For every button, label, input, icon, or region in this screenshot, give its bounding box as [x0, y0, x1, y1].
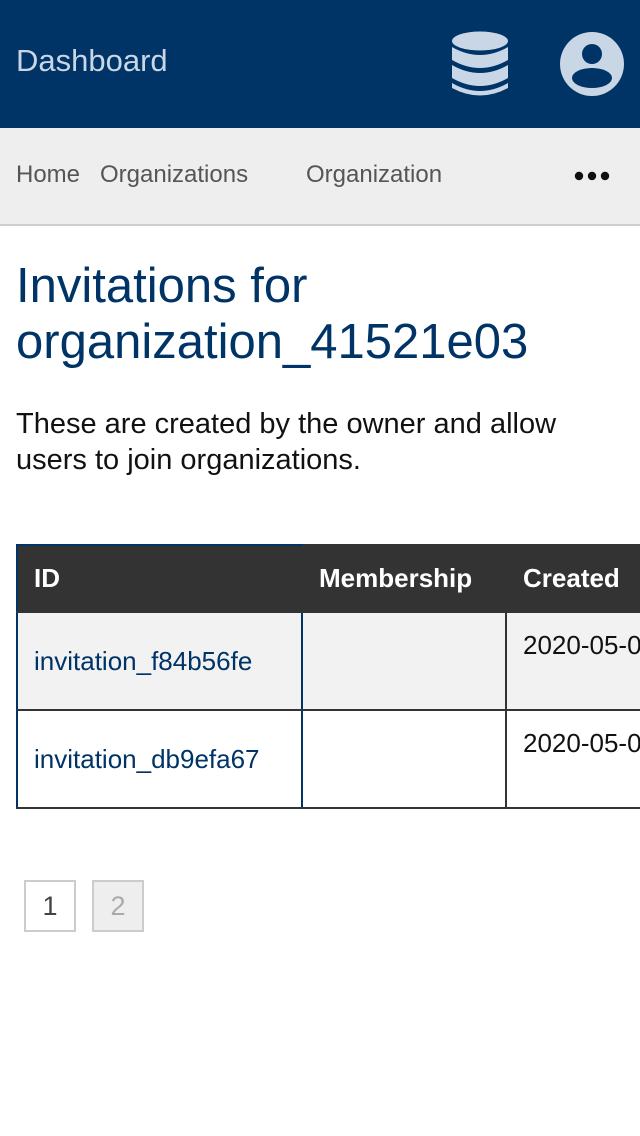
breadcrumb-nav: Home Organizations Organization	[0, 128, 640, 226]
pagination-page-1[interactable]: 1	[24, 880, 76, 932]
table-row: invitation_db9efa67 2020-05-04	[16, 709, 640, 809]
column-header-id: ID	[16, 544, 303, 613]
app-title[interactable]: Dashboard	[16, 43, 168, 79]
created-cell: 2020-05-04	[505, 709, 640, 809]
column-header-membership: Membership	[301, 544, 507, 613]
membership-cell	[301, 709, 507, 809]
pagination-page-2[interactable]: 2	[92, 880, 144, 932]
invitation-id-cell: invitation_f84b56fe	[16, 611, 303, 711]
invitation-id-cell: invitation_db9efa67	[16, 709, 303, 809]
nav-organization-link[interactable]: Organization	[306, 161, 442, 189]
table-row: invitation_f84b56fe 2020-05-04	[16, 611, 640, 711]
table-header-row: ID Membership Created	[16, 544, 640, 613]
nav-organizations-link[interactable]: Organizations	[100, 161, 248, 189]
database-icon[interactable]	[451, 31, 509, 97]
nav-home-link[interactable]: Home	[16, 161, 80, 189]
user-avatar-icon[interactable]	[560, 32, 624, 96]
invitation-link[interactable]: invitation_f84b56fe	[34, 646, 252, 676]
column-header-created: Created	[505, 544, 640, 613]
ellipsis-icon[interactable]	[574, 166, 610, 186]
page-description: These are created by the owner and allow…	[16, 408, 557, 476]
created-cell: 2020-05-04	[505, 611, 640, 711]
membership-cell	[301, 611, 507, 711]
invitations-table: ID Membership Created invitation_f84b56f…	[16, 544, 640, 809]
app-header: Dashboard	[0, 0, 640, 128]
page-title: Invitations for organization_41521e03	[16, 259, 529, 369]
invitation-link[interactable]: invitation_db9efa67	[34, 744, 260, 774]
invitations-table-container: ID Membership Created invitation_f84b56f…	[16, 544, 640, 809]
